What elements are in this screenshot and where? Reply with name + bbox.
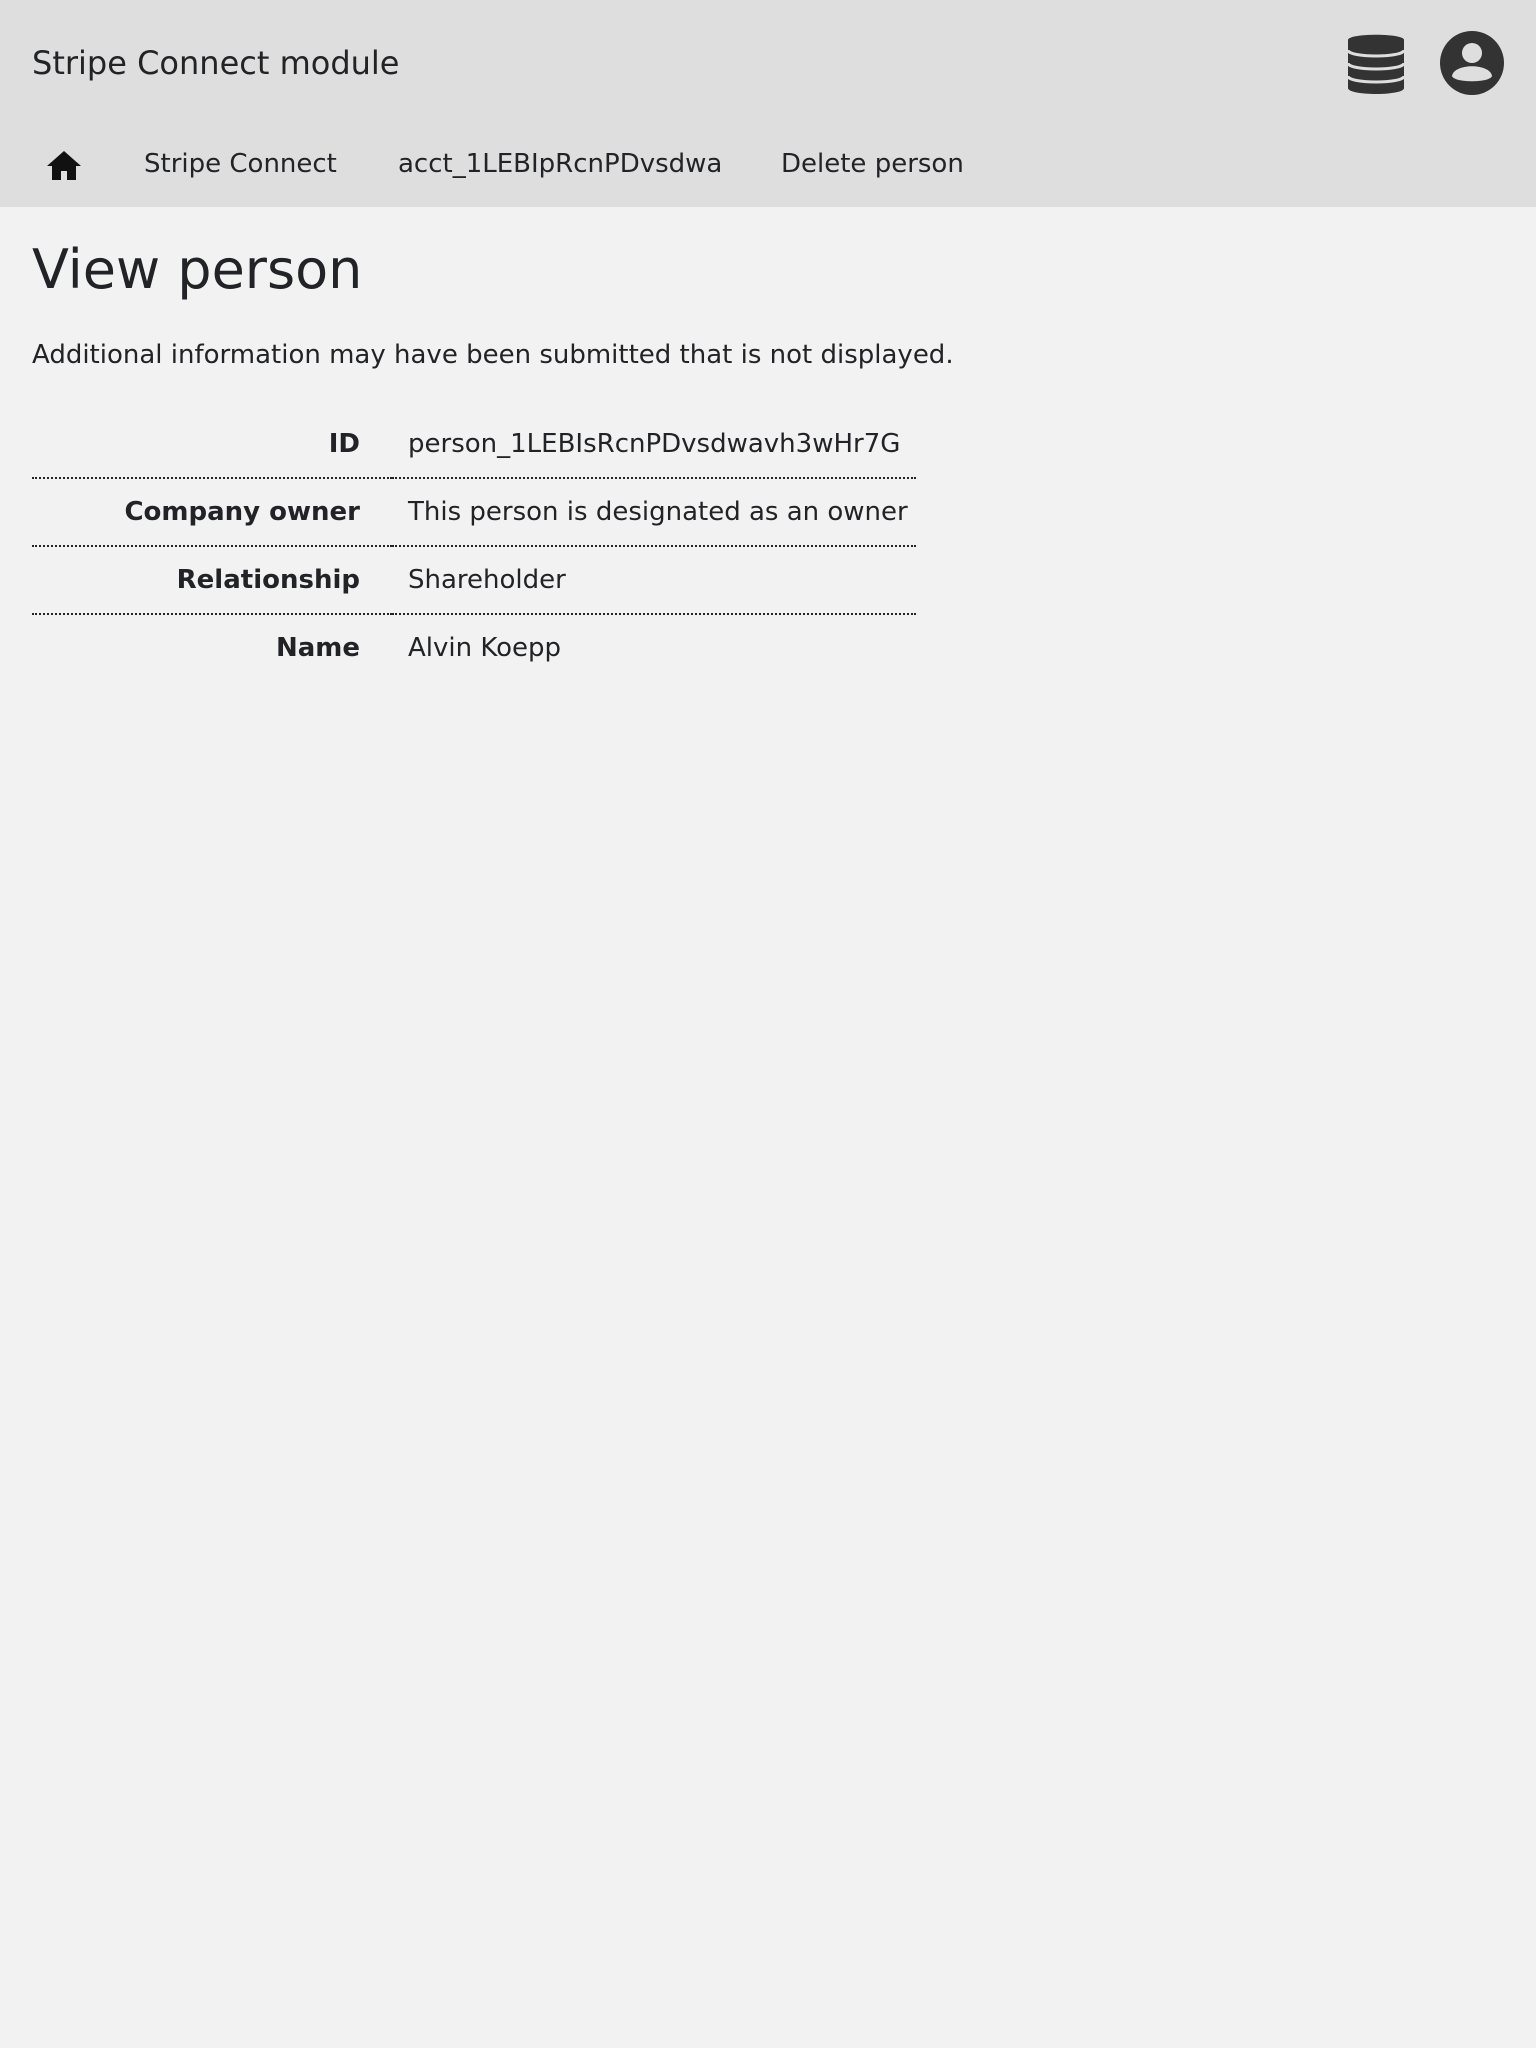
company-owner-value: This person is designated as an owner (392, 477, 916, 546)
id-label: ID (328, 429, 360, 459)
breadcrumb-delete-person[interactable]: Delete person (781, 148, 964, 180)
account-circle-icon[interactable] (1440, 31, 1504, 95)
home-icon[interactable] (46, 149, 82, 181)
app-title-link[interactable]: Stripe Connect module (32, 43, 399, 83)
details-row-company-owner: Company owner This person is designated … (32, 477, 916, 546)
breadcrumb: Stripe Connect acct_1LEBIpRcnPDvsdwa Del… (0, 128, 1536, 200)
id-value: person_1LEBIsRcnPDvsdwavh3wHr7G (408, 429, 901, 459)
relationship-label: Relationship (32, 545, 392, 614)
name-value: Alvin Koepp (392, 613, 916, 681)
company-owner-label: Company owner (32, 477, 392, 546)
database-icon[interactable] (1348, 30, 1404, 98)
details-row-id: ID person_1LEBIsRcnPDvsdwavh3wHr7G (32, 411, 916, 478)
app-header: Stripe Connect module Stripe Connect acc… (0, 0, 1536, 207)
person-details-table: ID person_1LEBIsRcnPDvsdwavh3wHr7G Compa… (32, 411, 916, 681)
details-row-name: Name Alvin Koepp (32, 613, 916, 681)
page-title: View person (32, 238, 363, 301)
breadcrumb-account[interactable]: acct_1LEBIpRcnPDvsdwa (398, 148, 722, 180)
details-row-relationship: Relationship Shareholder (32, 545, 916, 614)
relationship-value: Shareholder (392, 545, 916, 614)
name-label: Name (32, 613, 392, 681)
breadcrumb-stripe-connect[interactable]: Stripe Connect (144, 148, 337, 180)
info-note: Additional information may have been sub… (32, 340, 954, 370)
